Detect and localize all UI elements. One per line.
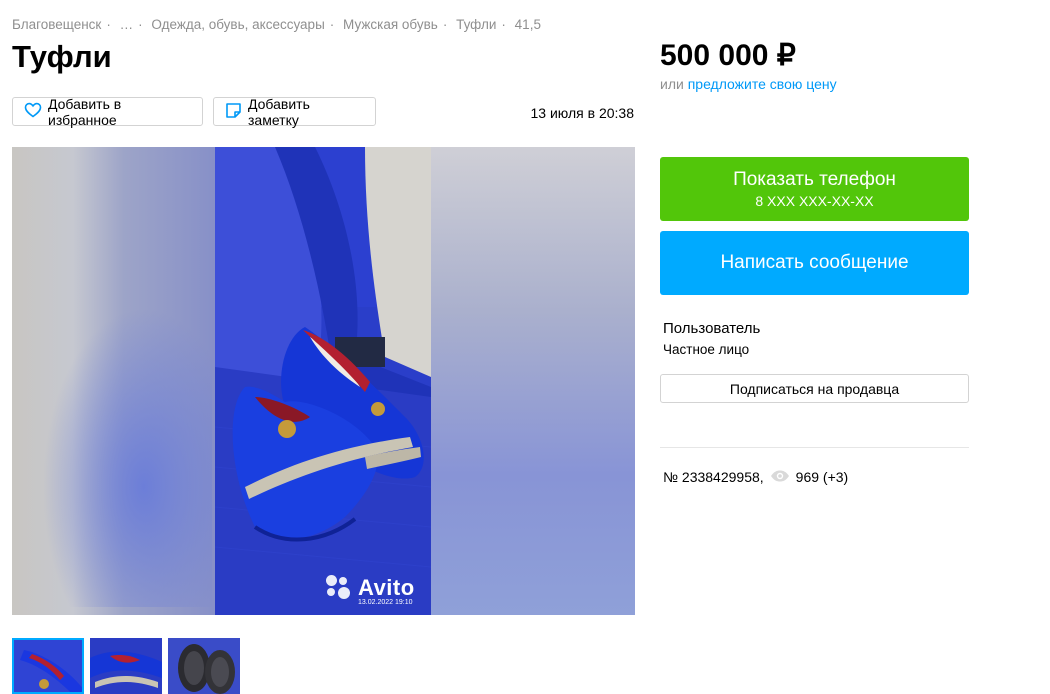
seller-type: Частное лицо — [663, 342, 750, 357]
photo-blur-right — [431, 147, 635, 615]
add-note-button[interactable]: Добавить заметку — [213, 95, 376, 128]
photo-blur-left — [12, 147, 215, 615]
thumbnail-2[interactable] — [90, 638, 162, 694]
photo-thumbnails — [12, 638, 240, 694]
heart-icon — [24, 102, 42, 121]
show-phone-label: Показать телефон — [733, 169, 896, 190]
add-to-favorites-label: Добавить в избранное — [48, 95, 122, 128]
main-photo — [215, 147, 431, 615]
price-offer-prefix: или — [660, 76, 684, 92]
show-phone-button[interactable]: Показать телефон 8 XXX XXX-XX-XX — [660, 157, 969, 221]
divider — [660, 447, 969, 448]
page-title: Туфли — [12, 39, 112, 74]
price-offer: или предложите свою цену — [660, 76, 837, 92]
add-note-label: Добавить заметку — [248, 95, 310, 128]
avito-watermark: Avito 13.02.2022 19:10 — [326, 575, 415, 606]
breadcrumb-type[interactable]: Туфли — [456, 17, 496, 32]
watermark-brand: Avito — [358, 575, 415, 600]
breadcrumb-subcategory[interactable]: Мужская обувь — [343, 17, 438, 32]
thumbnail-1[interactable] — [12, 638, 84, 694]
suggest-price-link[interactable]: предложите свою цену — [688, 76, 837, 92]
main-photo-gallery[interactable]: Avito 13.02.2022 19:10 — [12, 147, 635, 615]
breadcrumb-ellipsis[interactable]: … — [120, 17, 134, 32]
listing-number: № 2338429958, — [663, 469, 764, 485]
note-icon — [225, 102, 242, 122]
breadcrumb-city[interactable]: Благовещенск — [12, 17, 101, 32]
watermark-date: 13.02.2022 19:10 — [358, 599, 413, 606]
breadcrumb-category[interactable]: Одежда, обувь, аксессуары — [151, 17, 324, 32]
eye-icon — [770, 469, 790, 485]
price: 500 000 ₽ — [660, 39, 796, 72]
breadcrumb-size[interactable]: 41,5 — [515, 17, 541, 32]
write-message-button[interactable]: Написать сообщение — [660, 231, 969, 295]
add-to-favorites-button[interactable]: Добавить в избранное — [12, 95, 203, 128]
subscribe-seller-button[interactable]: Подписаться на продавца — [660, 374, 969, 403]
masked-phone-number: 8 XXX XXX-XX-XX — [755, 193, 874, 209]
avito-logo-icon — [326, 575, 352, 601]
thumbnail-3[interactable] — [168, 638, 240, 694]
breadcrumb: Благовещенск · … · Одежда, обувь, аксессуа… — [12, 17, 541, 32]
seller-name[interactable]: Пользователь — [663, 320, 760, 337]
posted-date: 13 июля в 20:38 — [530, 105, 634, 121]
listing-stats: № 2338429958, 969 (+3) — [663, 469, 848, 485]
views-count: 969 (+3) — [795, 469, 849, 485]
